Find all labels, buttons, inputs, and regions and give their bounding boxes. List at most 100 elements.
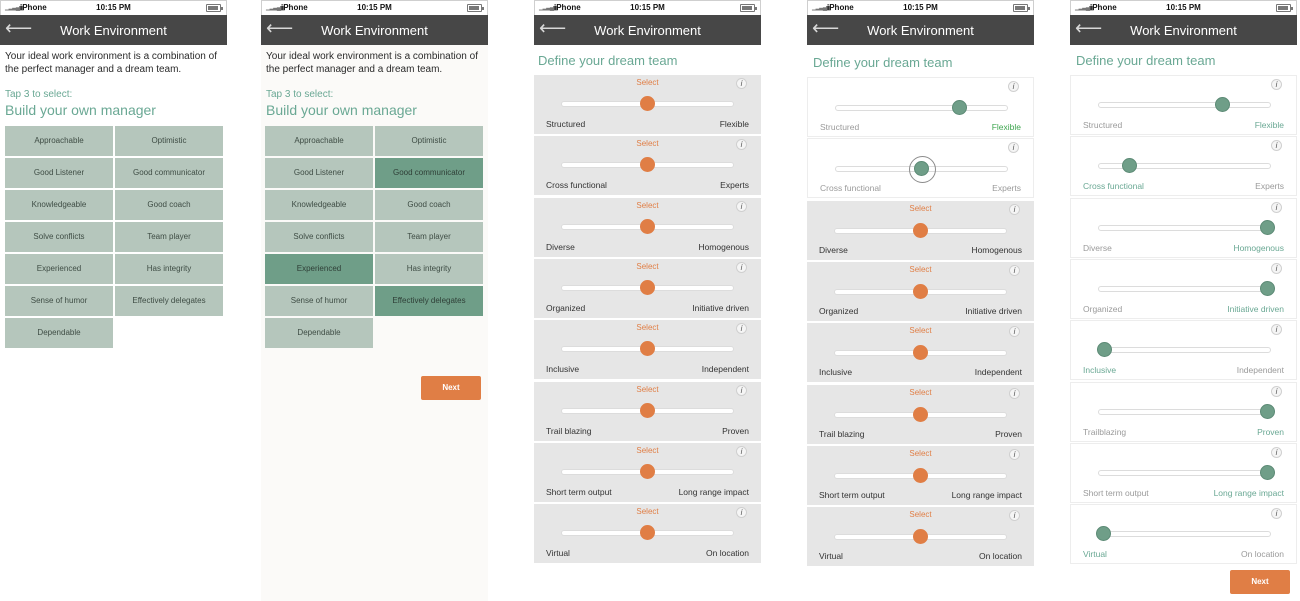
- info-icon[interactable]: i: [736, 384, 747, 396]
- info-icon[interactable]: i: [1271, 262, 1282, 274]
- trait-tile[interactable]: Optimistic: [115, 126, 223, 156]
- slider-panel: i Diverse Homogenous: [1070, 197, 1297, 258]
- slider-knob[interactable]: [640, 402, 655, 418]
- slider-knob[interactable]: [952, 100, 968, 115]
- slider-knob[interactable]: [1260, 403, 1276, 419]
- slider-knob[interactable]: [1121, 158, 1137, 174]
- info-icon[interactable]: i: [736, 200, 747, 212]
- info-icon[interactable]: i: [736, 139, 747, 151]
- trait-tile[interactable]: Knowledgeable: [5, 190, 113, 220]
- trait-tile[interactable]: Team player: [115, 222, 223, 252]
- slider-knob[interactable]: [913, 283, 928, 299]
- info-icon[interactable]: i: [1009, 326, 1020, 338]
- slider-knob[interactable]: [1095, 526, 1111, 542]
- trait-tile[interactable]: Knowledgeable: [265, 190, 373, 220]
- info-icon[interactable]: i: [1271, 508, 1282, 520]
- slider-left-label: Inclusive: [819, 367, 853, 378]
- next-button[interactable]: Next: [1230, 570, 1290, 594]
- battery-icon: [1276, 4, 1293, 12]
- slider-knob[interactable]: [640, 463, 655, 479]
- info-icon[interactable]: i: [1271, 140, 1282, 152]
- slider-left-label: Organized: [819, 305, 859, 316]
- slider-track[interactable]: [1098, 285, 1271, 292]
- slider-track[interactable]: [835, 105, 1008, 111]
- slider-knob[interactable]: [1097, 342, 1113, 358]
- slider-panel: Select i Organized Initiative driven: [534, 257, 761, 318]
- trait-tile[interactable]: Dependable: [265, 318, 373, 348]
- trait-tile[interactable]: Good Listener: [265, 158, 373, 188]
- slider-knob[interactable]: [913, 529, 928, 545]
- trait-tile[interactable]: Has integrity: [115, 254, 223, 284]
- trait-tile[interactable]: Experienced: [5, 254, 113, 284]
- slider-track[interactable]: [1098, 102, 1271, 108]
- info-icon[interactable]: i: [736, 261, 747, 273]
- slider-knob[interactable]: [640, 157, 655, 173]
- info-icon[interactable]: i: [1008, 142, 1019, 154]
- trait-tile[interactable]: Solve conflicts: [5, 222, 113, 252]
- screen-manager-empty: ▁▂▃▄▅ iPhone 10:15 PM ⟵ Work Environment…: [0, 0, 227, 601]
- slider-track[interactable]: [1098, 347, 1271, 354]
- trait-tile[interactable]: Good communicator: [375, 158, 483, 188]
- trait-tile[interactable]: Good communicator: [115, 158, 223, 188]
- next-button[interactable]: Next: [421, 376, 481, 400]
- info-icon[interactable]: i: [736, 507, 747, 519]
- slider-knob[interactable]: [640, 341, 655, 357]
- info-icon[interactable]: i: [1271, 446, 1282, 458]
- trait-tile[interactable]: Effectively delegates: [115, 286, 223, 316]
- trait-tile[interactable]: Experienced: [265, 254, 373, 284]
- slider-knob[interactable]: [913, 345, 928, 361]
- trait-tile[interactable]: Good coach: [375, 190, 483, 220]
- trait-tile[interactable]: Good Listener: [5, 158, 113, 188]
- slider-knob[interactable]: [913, 406, 928, 422]
- slider-knob[interactable]: [1260, 464, 1276, 480]
- select-label: Select: [636, 139, 659, 149]
- info-icon[interactable]: i: [1009, 387, 1020, 399]
- info-icon[interactable]: i: [1271, 201, 1282, 213]
- info-icon[interactable]: i: [1271, 385, 1282, 397]
- info-icon[interactable]: i: [736, 445, 747, 457]
- slider-track[interactable]: [1098, 408, 1271, 415]
- slider-knob[interactable]: [913, 222, 928, 238]
- clock: 10:15 PM: [1166, 3, 1201, 12]
- info-icon[interactable]: i: [736, 323, 747, 335]
- slider-knob[interactable]: [1215, 97, 1231, 112]
- trait-tile[interactable]: Team player: [375, 222, 483, 252]
- trait-tile[interactable]: Sense of humor: [265, 286, 373, 316]
- slider-knob[interactable]: [909, 156, 936, 184]
- trait-tile[interactable]: Solve conflicts: [265, 222, 373, 252]
- slider-knob[interactable]: [1260, 280, 1276, 296]
- trait-tile[interactable]: Approachable: [265, 126, 373, 156]
- info-icon[interactable]: i: [1271, 324, 1282, 336]
- info-icon[interactable]: i: [1009, 510, 1020, 522]
- info-icon[interactable]: i: [1008, 81, 1019, 92]
- slider-knob[interactable]: [1260, 219, 1276, 235]
- info-icon[interactable]: i: [1009, 448, 1020, 460]
- trait-tile[interactable]: Dependable: [5, 318, 113, 348]
- slider-knob[interactable]: [913, 467, 928, 483]
- trait-tile[interactable]: Effectively delegates: [375, 286, 483, 316]
- slider-knob[interactable]: [640, 218, 655, 234]
- trait-tile[interactable]: Sense of humor: [5, 286, 113, 316]
- slider-panel: i Structured Flexible: [807, 77, 1034, 137]
- slider-right-label: On location: [1241, 549, 1284, 560]
- trait-tile[interactable]: Has integrity: [375, 254, 483, 284]
- screen-team-partial: ▁▂▃▄▅ iPhone 10:15 PM ⟵ Work Environment…: [807, 0, 1034, 601]
- select-label: Select: [636, 261, 659, 271]
- slider-knob[interactable]: [640, 279, 655, 295]
- tap-instruction: Tap 3 to select:: [266, 89, 334, 100]
- slider-right-label: Experts: [992, 183, 1021, 194]
- trait-tile[interactable]: Good coach: [115, 190, 223, 220]
- slider-right-label: Homogenous: [1233, 242, 1284, 253]
- trait-tile[interactable]: Optimistic: [375, 126, 483, 156]
- slider-track[interactable]: [1098, 469, 1271, 476]
- slider-track[interactable]: [1098, 531, 1271, 538]
- info-icon[interactable]: i: [1009, 203, 1020, 215]
- slider-knob[interactable]: [640, 96, 655, 111]
- info-icon[interactable]: i: [1271, 79, 1282, 90]
- info-icon[interactable]: i: [736, 78, 747, 89]
- info-icon[interactable]: i: [1009, 264, 1020, 276]
- slider-left-label: Inclusive: [546, 364, 580, 375]
- slider-track[interactable]: [1098, 224, 1271, 231]
- trait-tile[interactable]: Approachable: [5, 126, 113, 156]
- slider-knob[interactable]: [640, 525, 655, 541]
